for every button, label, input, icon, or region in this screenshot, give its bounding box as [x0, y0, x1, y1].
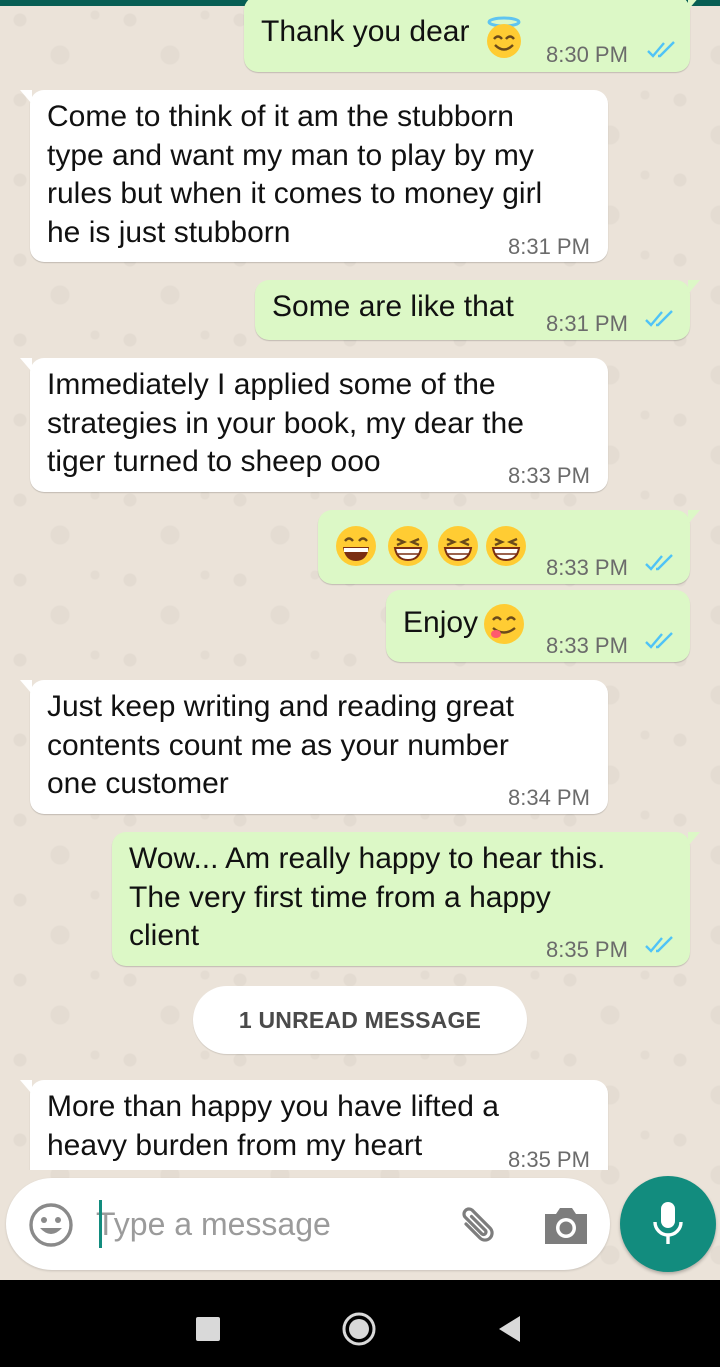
unread-messages-banner: 1 UNREAD MESSAGE — [193, 986, 527, 1054]
camera-icon[interactable] — [541, 1202, 591, 1248]
smiling-face-with-halo-emoji — [487, 16, 521, 58]
beaming-face-emoji — [388, 526, 428, 566]
read-receipt-icon — [647, 41, 675, 58]
attach-icon[interactable] — [454, 1202, 502, 1250]
text-caret — [99, 1200, 102, 1248]
recents-icon[interactable] — [196, 1317, 220, 1341]
incoming-message[interactable]: Just keep writing and reading great cont… — [20, 680, 608, 814]
outgoing-message[interactable]: Thank you dear 8:30 PM — [244, 0, 700, 72]
message-composer — [6, 1178, 610, 1270]
message-list[interactable]: Thank you dear 8:30 PM Come to think of … — [0, 0, 720, 1170]
mic-icon — [653, 1202, 683, 1244]
incoming-message[interactable]: Immediately I applied some of the strate… — [20, 358, 608, 492]
home-icon[interactable] — [341, 1311, 377, 1347]
message-text: Some are like that — [272, 290, 514, 323]
message-time: 8:34 PM — [508, 785, 590, 810]
message-time: 8:35 PM — [508, 1147, 590, 1170]
voice-record-button[interactable] — [620, 1176, 716, 1272]
outgoing-message[interactable]: Some are like that 8:31 PM — [255, 280, 700, 340]
message-time: 8:33 PM — [508, 463, 590, 488]
outgoing-message[interactable]: Enjoy 8:33 PM — [386, 590, 690, 662]
back-icon[interactable] — [496, 1314, 522, 1344]
read-receipt-icon — [645, 632, 673, 649]
message-text: Immediately I applied some of the strate… — [47, 368, 524, 478]
emoji-icon[interactable] — [28, 1202, 74, 1248]
message-text: Come to think of it am the stubborn type… — [47, 100, 543, 249]
outgoing-message[interactable]: 8:33 PM — [318, 510, 700, 584]
message-text: Enjoy — [403, 606, 479, 639]
grinning-face-with-smiling-eyes-emoji — [336, 526, 376, 566]
message-time: 8:31 PM — [508, 234, 590, 259]
message-time: 8:35 PM — [546, 937, 628, 962]
message-time: 8:33 PM — [546, 555, 628, 580]
read-receipt-icon — [645, 554, 673, 571]
outgoing-message[interactable]: Wow... Am really happy to hear this. The… — [112, 832, 700, 966]
incoming-message[interactable]: Come to think of it am the stubborn type… — [20, 90, 608, 262]
beaming-face-emoji — [438, 526, 478, 566]
message-text: Just keep writing and reading great cont… — [47, 690, 514, 800]
read-receipt-icon — [645, 310, 673, 327]
message-time: 8:31 PM — [546, 311, 628, 336]
message-input[interactable] — [96, 1198, 426, 1250]
face-savoring-food-emoji — [484, 604, 524, 644]
incoming-message[interactable]: More than happy you have lifted a heavy … — [20, 1080, 608, 1170]
message-text: More than happy you have lifted a heavy … — [47, 1090, 499, 1162]
read-receipt-icon — [645, 936, 673, 953]
beaming-face-emoji — [486, 526, 526, 566]
message-time: 8:30 PM — [546, 42, 628, 67]
message-time: 8:33 PM — [546, 633, 628, 658]
message-text: Thank you dear — [261, 15, 470, 48]
message-text: Wow... Am really happy to hear this. The… — [129, 842, 606, 952]
